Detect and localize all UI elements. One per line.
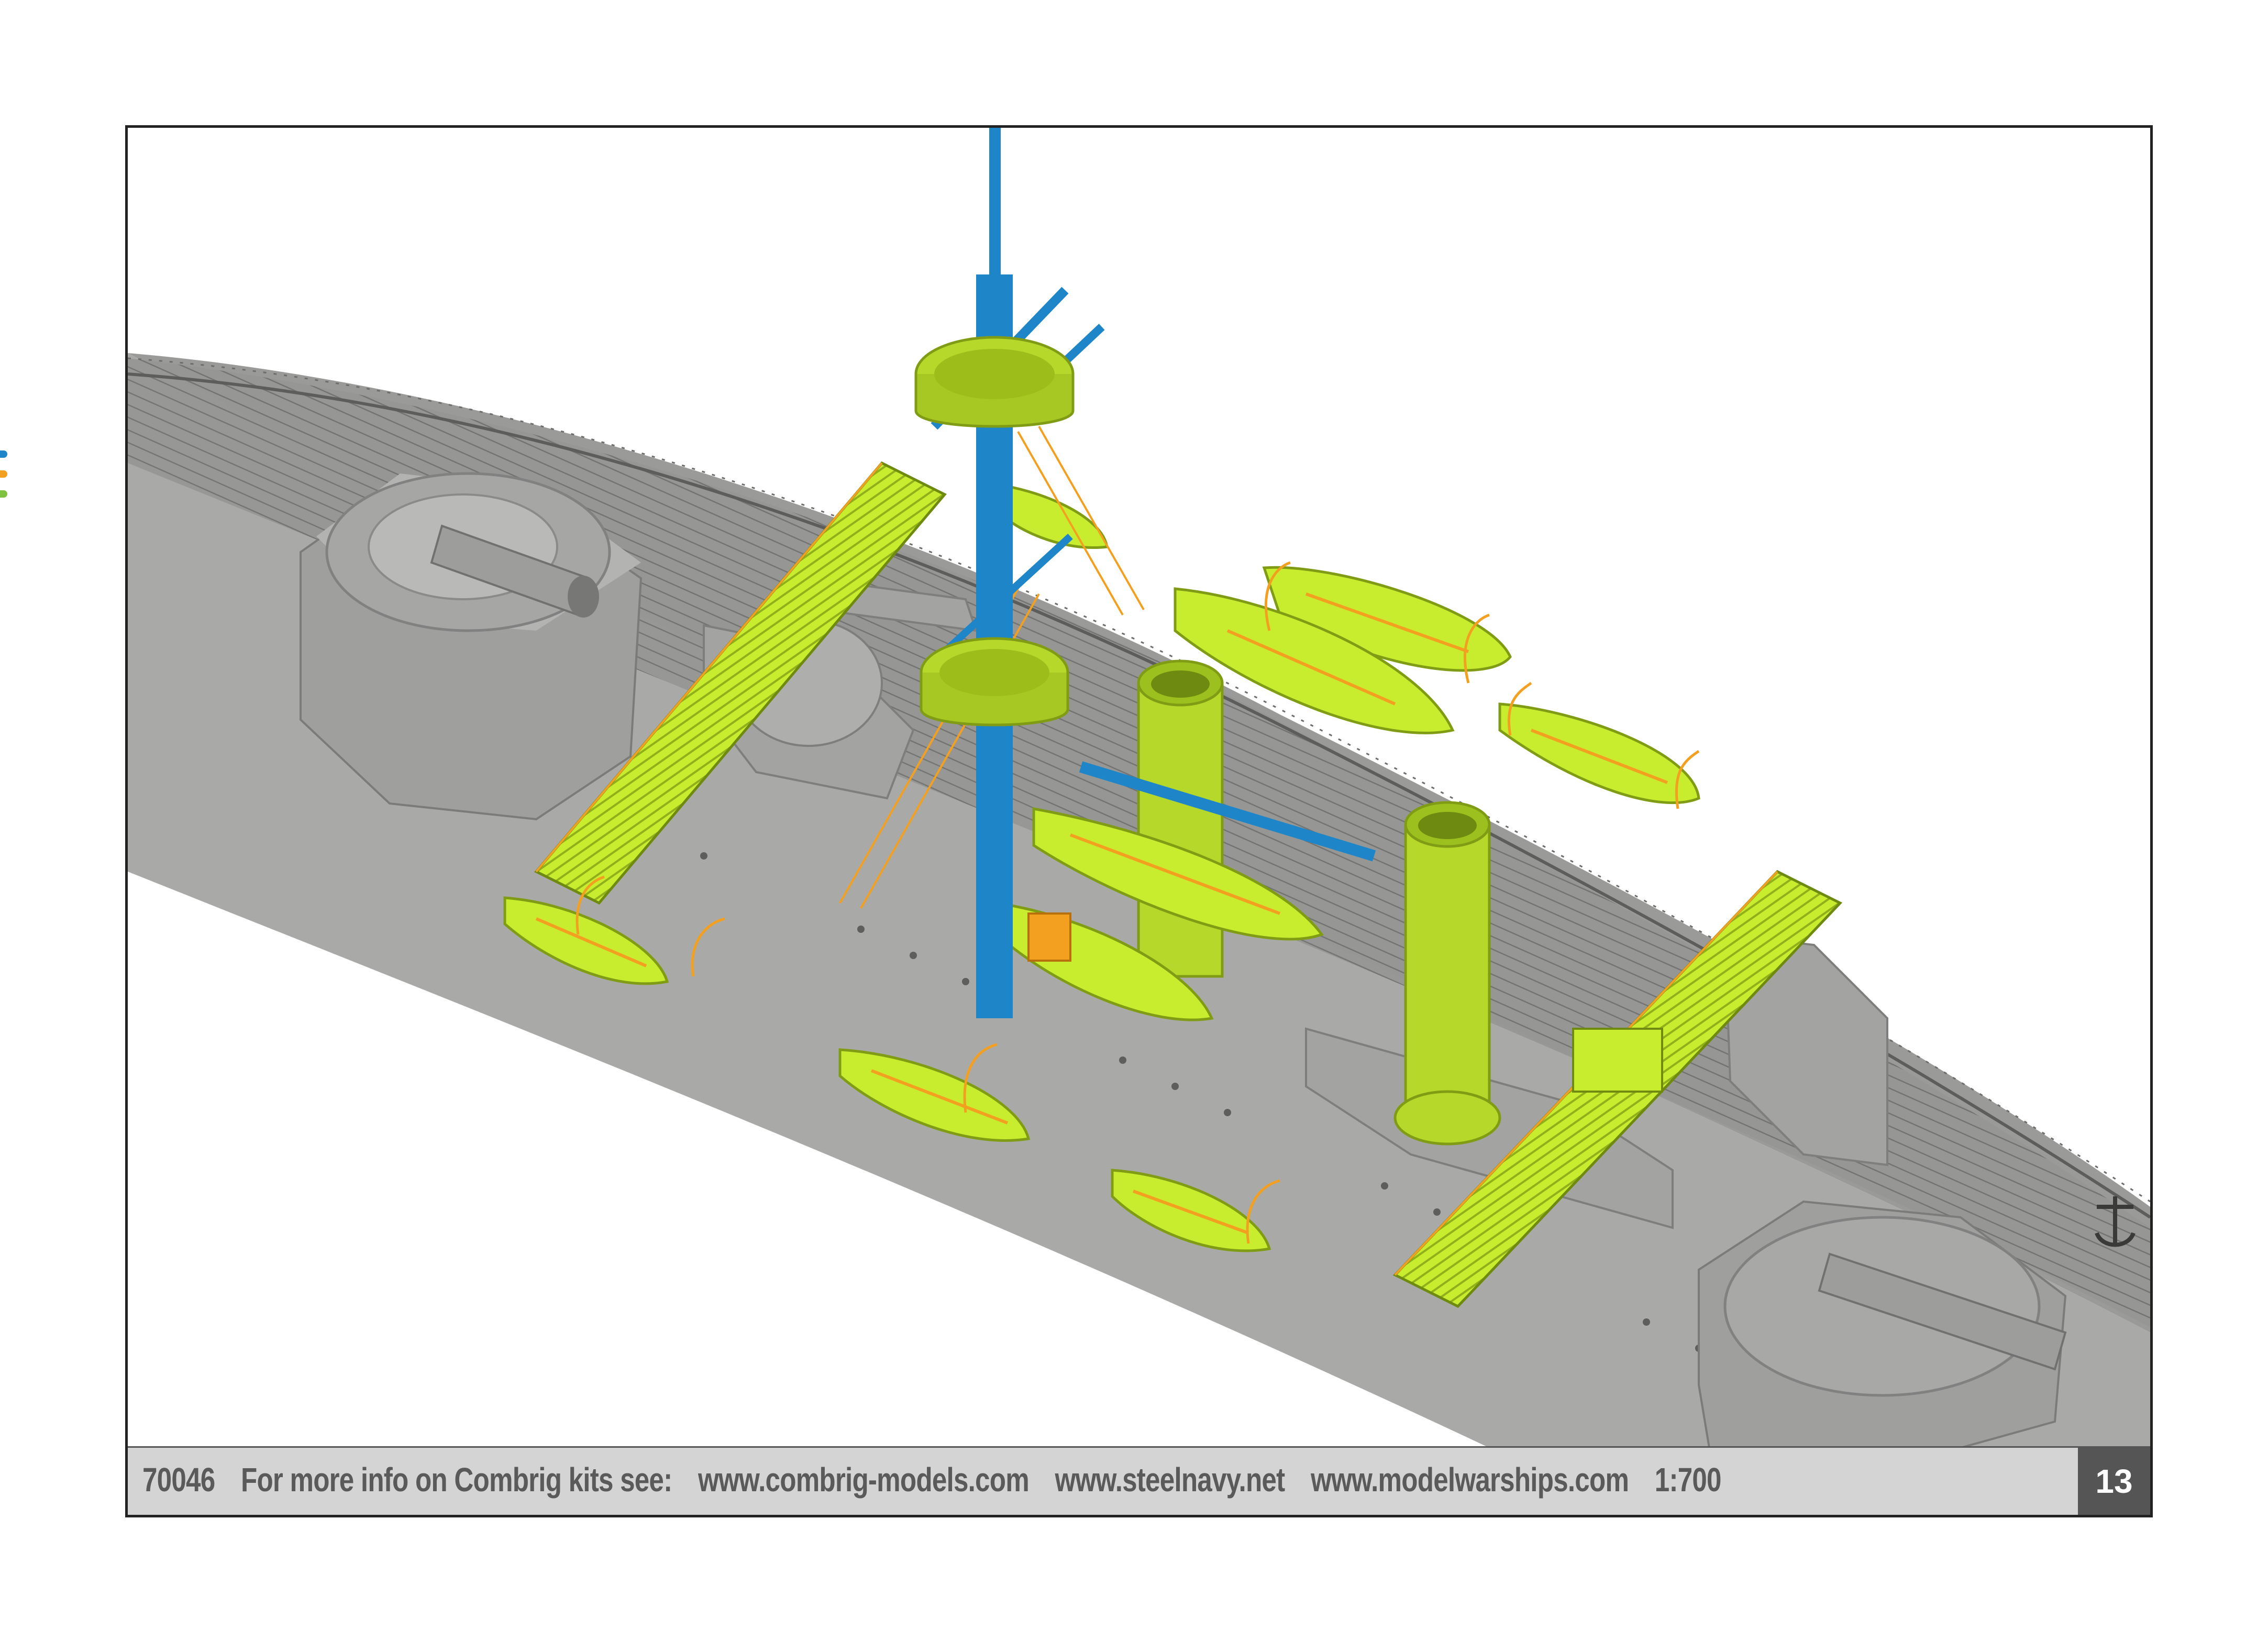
edge-mark-blue <box>0 450 7 458</box>
page-number-badge: 13 <box>2078 1448 2150 1515</box>
fighting-top-lower <box>920 637 1069 727</box>
edge-mark-green <box>0 490 7 498</box>
edge-mark-orange <box>0 470 7 478</box>
orange-detail-part <box>1027 912 1071 962</box>
funnel-aft <box>1393 801 1501 1146</box>
fighting-top-upper <box>914 336 1075 428</box>
funnel-forward <box>1137 659 1224 978</box>
instruction-page-frame: 70046 For more info on Combrig kits see: w… <box>125 125 2153 1517</box>
footer-text: 70046 For more info on Combrig kits see: w… <box>142 1460 1747 1499</box>
combrig-link[interactable]: www.combrig-models.com <box>698 1461 1030 1499</box>
forward-turret <box>300 472 643 821</box>
info-text: For more info on Combrig kits see: <box>240 1461 672 1499</box>
modelwarships-link[interactable]: www.modelwarships.com <box>1311 1461 1629 1499</box>
steelnavy-link[interactable]: www.steelnavy.net <box>1055 1461 1286 1499</box>
kit-number: 70046 <box>142 1461 215 1499</box>
page-footer: 70046 For more info on Combrig kits see: w… <box>128 1446 2150 1515</box>
edge-color-marks <box>0 450 7 510</box>
scale-label: 1:700 <box>1654 1461 1722 1499</box>
ship-assembly-illustration <box>128 128 2150 1448</box>
